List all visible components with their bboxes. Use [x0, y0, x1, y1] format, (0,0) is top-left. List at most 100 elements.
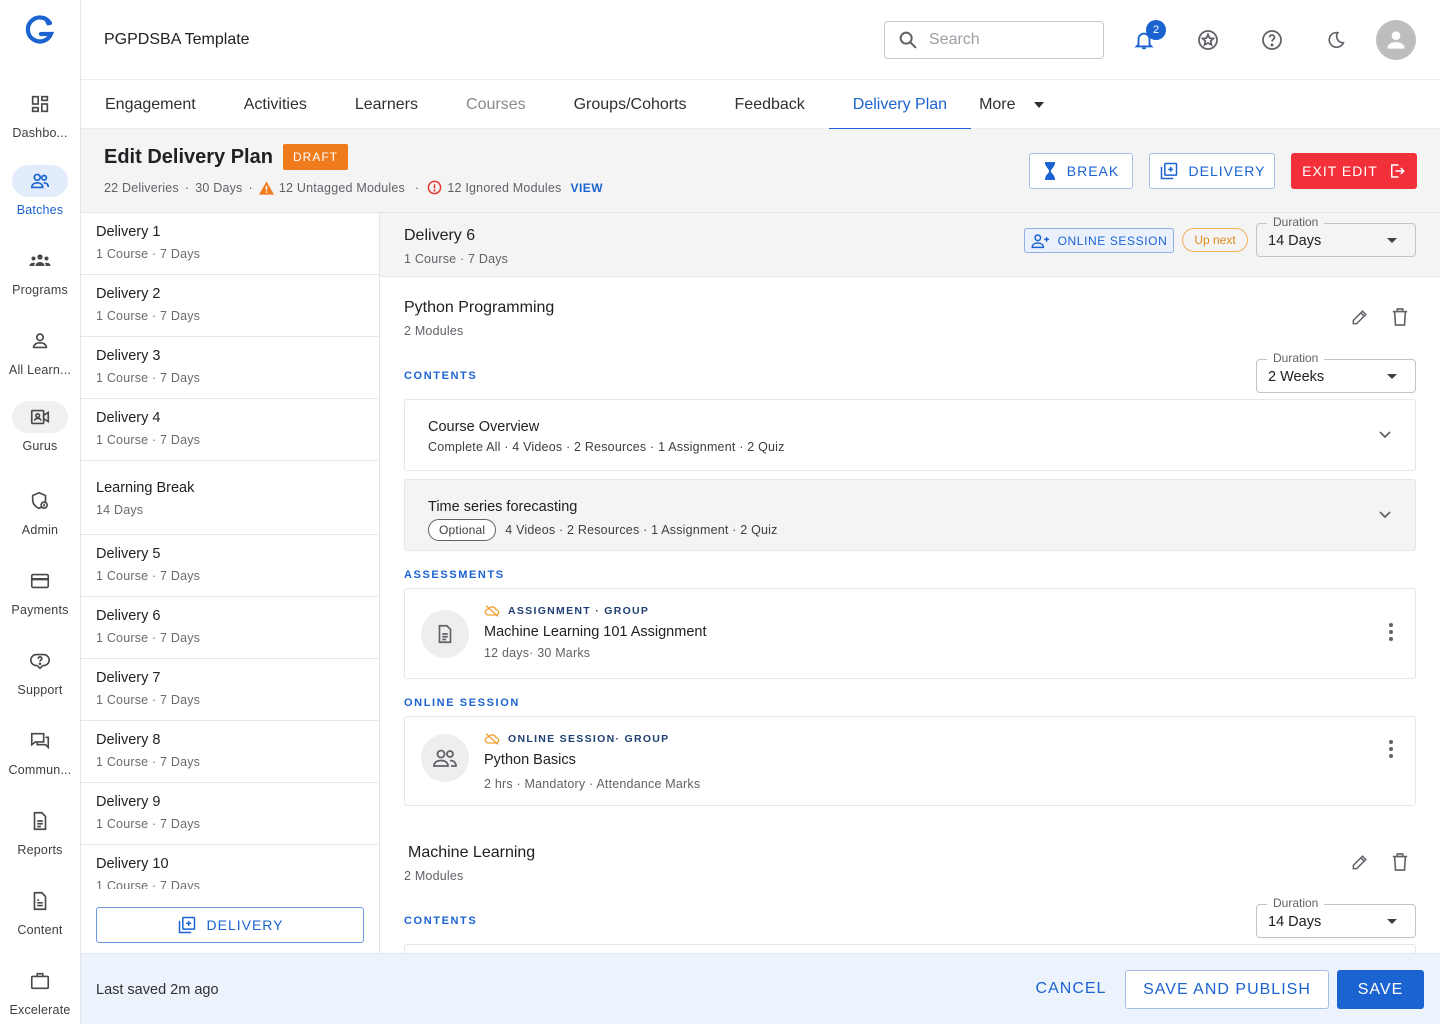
chevron-down-icon[interactable]	[1377, 506, 1393, 522]
save-and-publish-button[interactable]: SAVE AND PUBLISH	[1125, 970, 1329, 1009]
more-vert-icon[interactable]	[1389, 740, 1393, 758]
add-delivery-list-button[interactable]: DELIVERY	[96, 907, 364, 943]
delivery-subtitle: 1 Course · 7 Days	[96, 631, 201, 645]
delivery-duration-select[interactable]: Duration 14 Days	[1256, 215, 1416, 257]
assessment-tag: ASSIGNMENT · GROUP	[484, 605, 649, 617]
tab-groups-cohorts[interactable]: Groups/Cohorts	[550, 81, 711, 129]
sidebar-item-community[interactable]: Commun...	[0, 725, 80, 797]
tab-more[interactable]: More	[971, 81, 1067, 129]
delete-course-button[interactable]	[1388, 850, 1412, 874]
great-learning-logo-icon[interactable]	[24, 14, 56, 46]
delivery-title: Delivery 5	[96, 546, 161, 562]
delivery-title: Delivery 6	[96, 608, 161, 624]
list-item[interactable]: Delivery 6 1 Course · 7 Days	[81, 597, 379, 659]
exit-edit-button[interactable]: EXIT EDIT	[1291, 153, 1417, 189]
list-item[interactable]: Delivery 3 1 Course · 7 Days	[81, 337, 379, 399]
add-library-icon	[177, 915, 207, 935]
delivery-subtitle: 1 Course · 7 Days	[96, 817, 201, 831]
list-item[interactable]: Delivery 4 1 Course · 7 Days	[81, 399, 379, 461]
left-navigation-rail: Dashbo... Batches Programs All Learn... …	[0, 0, 81, 1024]
duration-value: 2 Weeks	[1268, 369, 1325, 385]
dark-mode-toggle[interactable]	[1322, 26, 1350, 54]
dashboard-icon	[12, 88, 68, 120]
contents-section-label: CONTENTS	[404, 370, 478, 382]
sidebar-item-support[interactable]: Support	[0, 645, 80, 717]
module-card-partial[interactable]	[404, 944, 1416, 953]
module-card[interactable]: Course Overview Complete All · 4 Videos …	[404, 399, 1416, 471]
chevron-down-icon[interactable]	[1377, 426, 1393, 442]
sidebar-item-programs[interactable]: Programs	[0, 245, 80, 317]
sidebar-item-batches[interactable]: Batches	[0, 165, 80, 237]
list-item[interactable]: Delivery 2 1 Course · 7 Days	[81, 275, 379, 337]
list-item[interactable]: Learning Break 14 Days	[81, 461, 379, 535]
last-saved-status: Last saved 2m ago	[96, 982, 219, 998]
add-delivery-button[interactable]: DELIVERY	[1149, 153, 1275, 189]
module-card[interactable]: Time series forecasting Optional 4 Video…	[404, 479, 1416, 551]
duration-value: 14 Days	[1268, 914, 1322, 930]
tab-courses[interactable]: Courses	[442, 81, 550, 129]
sidebar-item-excelerate[interactable]: Excelerate	[0, 965, 80, 1024]
deliveries-count: 22 Deliveries	[104, 180, 179, 195]
edit-course-button[interactable]	[1348, 305, 1372, 329]
edit-course-button[interactable]	[1348, 850, 1372, 874]
tab-delivery-plan[interactable]: Delivery Plan	[828, 81, 972, 130]
person-icon	[12, 325, 68, 357]
assessment-title: Machine Learning 101 Assignment	[484, 624, 707, 640]
list-item[interactable]: Delivery 5 1 Course · 7 Days	[81, 535, 379, 597]
more-vert-icon[interactable]	[1389, 623, 1393, 641]
sidebar-item-admin[interactable]: Admin	[0, 485, 80, 557]
tab-engagement[interactable]: Engagement	[81, 81, 220, 129]
sidebar-item-content[interactable]: Content	[0, 885, 80, 957]
page-title: PGPDSBA Template	[104, 31, 250, 48]
assessment-card[interactable]: ASSIGNMENT · GROUP Machine Learning 101 …	[404, 588, 1416, 679]
assessments-section-label: ASSESSMENTS	[404, 569, 505, 581]
search-input[interactable]	[929, 31, 1089, 49]
list-item[interactable]: Delivery 1 1 Course · 7 Days	[81, 213, 379, 275]
list-item[interactable]: Delivery 8 1 Course · 7 Days	[81, 721, 379, 783]
course-duration-select[interactable]: Duration 2 Weeks	[1256, 351, 1416, 393]
help-button[interactable]	[1258, 26, 1286, 54]
list-item[interactable]: Delivery 7 1 Course · 7 Days	[81, 659, 379, 721]
optional-badge: Optional	[428, 519, 497, 541]
separator: ·	[248, 180, 253, 195]
avatar[interactable]	[1376, 20, 1416, 60]
search-box[interactable]	[884, 21, 1104, 59]
online-session-chip[interactable]: ONLINE SESSION	[1024, 228, 1174, 253]
sidebar-item-payments[interactable]: Payments	[0, 565, 80, 637]
delivery-subtitle: 1 Course · 7 Days	[96, 569, 201, 583]
exit-edit-label: EXIT EDIT	[1302, 163, 1378, 179]
delivery-title: Learning Break	[96, 480, 195, 496]
save-button[interactable]: SAVE	[1337, 970, 1424, 1009]
tab-activities[interactable]: Activities	[220, 81, 331, 129]
view-ignored-link[interactable]: VIEW	[570, 181, 603, 195]
sidebar-item-reports[interactable]: Reports	[0, 805, 80, 877]
session-tag: ONLINE SESSION· GROUP	[484, 733, 669, 745]
untagged-modules-count: 12 Untagged Modules	[278, 180, 405, 195]
sidebar-item-dashboard[interactable]: Dashbo...	[0, 88, 80, 160]
chat-icon	[12, 725, 68, 757]
sidebar-item-gurus[interactable]: Gurus	[0, 401, 80, 473]
achievements-button[interactable]	[1194, 26, 1222, 54]
delivery-detail: Delivery 6 1 Course · 7 Days ONLINE SESS…	[380, 213, 1440, 953]
session-card[interactable]: ONLINE SESSION· GROUP Python Basics 2 hr…	[404, 716, 1416, 806]
delivery-subtitle: 1 Course · 7 Days	[96, 371, 201, 385]
list-item[interactable]: Delivery 9 1 Course · 7 Days	[81, 783, 379, 845]
add-break-button[interactable]: BREAK	[1029, 153, 1133, 189]
tab-learners[interactable]: Learners	[331, 81, 442, 129]
sidebar-item-all-learners[interactable]: All Learn...	[0, 325, 80, 397]
dropdown-arrow-icon	[1387, 919, 1397, 924]
tab-feedback[interactable]: Feedback	[711, 81, 829, 129]
delivery-subtitle: 1 Course · 7 Days	[96, 693, 201, 707]
help-icon	[12, 645, 68, 677]
sidebar-item-label: Support	[17, 683, 63, 697]
star-badge-icon	[1196, 28, 1220, 52]
cancel-button[interactable]: CANCEL	[1025, 970, 1117, 1008]
delete-course-button[interactable]	[1388, 305, 1412, 329]
add-delivery-list-label: DELIVERY	[206, 917, 284, 933]
course-duration-select[interactable]: Duration 14 Days	[1256, 896, 1416, 938]
dropdown-arrow-icon	[1387, 238, 1397, 243]
contents-section-label: CONTENTS	[404, 915, 478, 927]
briefcase-icon	[12, 965, 68, 997]
delivery-title: Delivery 4	[96, 410, 161, 426]
video-icon	[12, 401, 68, 433]
